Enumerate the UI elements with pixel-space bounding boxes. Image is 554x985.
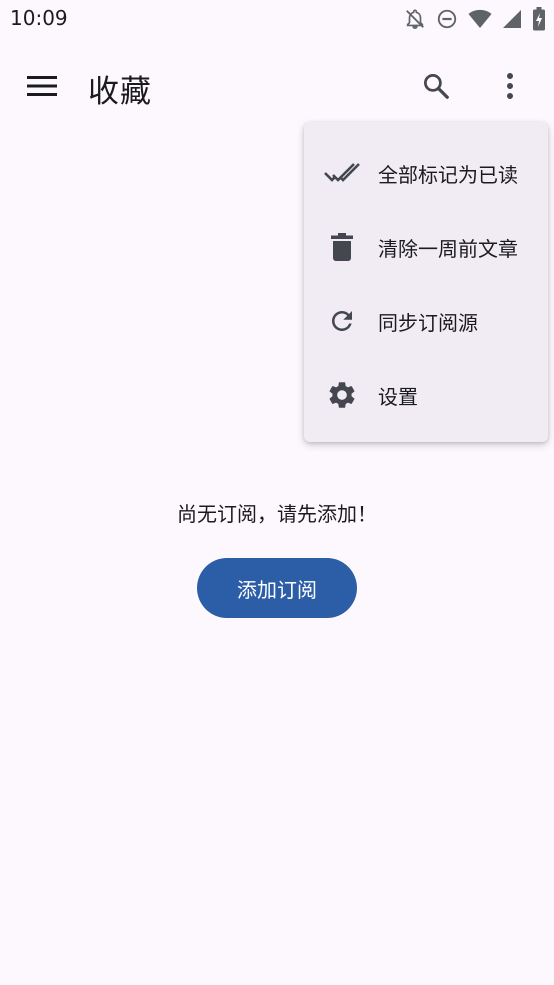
menu-item-label: 设置 [378,384,418,409]
do-not-disturb-icon [436,8,458,30]
add-subscription-button[interactable]: 添加订阅 [197,558,357,618]
empty-state-message: 尚无订阅，请先添加！ [177,502,377,526]
menu-item-label: 全部标记为已读 [378,162,518,187]
status-bar: 10:09 [0,0,554,40]
page-title: 收藏 [88,74,152,110]
menu-item-label: 清除一周前文章 [378,236,518,261]
more-vert-icon [506,72,514,104]
menu-item-sync-feeds[interactable]: 同步订阅源 [304,284,548,358]
status-icons [404,6,546,32]
done-all-icon [324,155,360,191]
wifi-icon [468,8,492,30]
overflow-menu-button[interactable] [486,64,534,112]
search-icon [421,71,451,105]
menu-button[interactable] [18,64,66,112]
delete-icon [324,229,360,265]
menu-item-clear-old-articles[interactable]: 清除一周前文章 [304,210,548,284]
menu-item-label: 同步订阅源 [378,310,478,335]
signal-icon [502,8,522,30]
app-bar: 收藏 [0,50,554,126]
status-time: 10:09 [10,6,68,30]
settings-icon [324,377,360,413]
menu-item-mark-all-read[interactable]: 全部标记为已读 [304,136,548,210]
menu-item-settings[interactable]: 设置 [304,358,548,432]
notifications-off-icon [404,8,426,30]
battery-charging-icon [532,7,546,31]
refresh-icon [324,303,360,339]
overflow-dropdown-menu: 全部标记为已读 清除一周前文章 同步订阅源 设置 [304,122,548,442]
search-button[interactable] [412,64,460,112]
menu-icon [27,75,57,101]
